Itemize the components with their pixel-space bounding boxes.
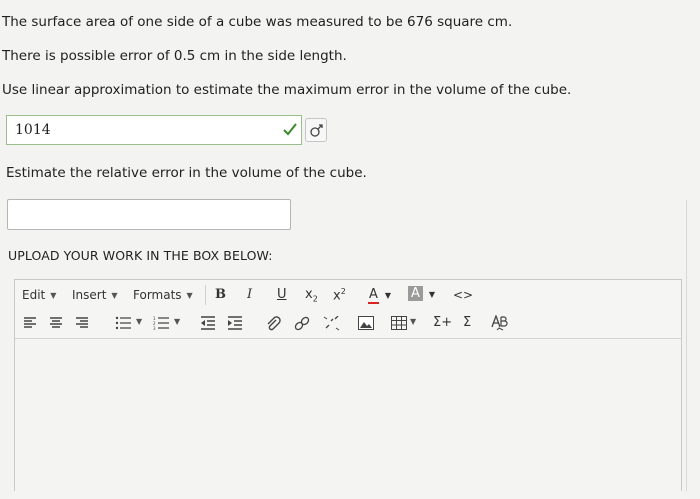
background-color-button[interactable]: A ▼	[408, 286, 435, 301]
link-icon[interactable]	[294, 316, 310, 331]
question-line-2: There is possible error of 0.5 cm in the…	[2, 48, 347, 64]
chevron-down-icon[interactable]: ▼	[174, 317, 180, 326]
answer-2-field[interactable]	[7, 199, 291, 230]
background-color-icon: A	[408, 286, 423, 301]
spellcheck-icon[interactable]	[491, 315, 509, 331]
bold-button[interactable]: B	[215, 287, 226, 302]
bullet-list-icon[interactable]	[115, 316, 133, 330]
italic-button[interactable]: I	[247, 287, 252, 302]
editor-toolbar-2: ▼ 123 ▼ ▼ Σ+ Σ	[15, 310, 681, 338]
indent-icon[interactable]	[227, 316, 243, 330]
align-left-icon[interactable]	[23, 316, 37, 330]
answer-1-field[interactable]: 1014	[6, 115, 302, 145]
chevron-down-icon: ▼	[50, 291, 57, 300]
outdent-icon[interactable]	[200, 316, 216, 330]
question-line-1: The surface area of one side of a cube w…	[2, 14, 513, 30]
chevron-down-icon: ▼	[186, 291, 193, 300]
attachment-icon[interactable]	[265, 316, 281, 331]
question-line-3: Use linear approximation to estimate the…	[2, 82, 572, 98]
chevron-down-icon: ▼	[384, 291, 392, 300]
text-color-icon: A	[368, 287, 379, 304]
superscript-button[interactable]: x2	[333, 287, 346, 303]
underline-button[interactable]: U	[277, 287, 287, 302]
editor-content-area[interactable]	[15, 338, 681, 499]
superscript-label: x	[333, 288, 341, 304]
svg-text:3: 3	[153, 326, 156, 330]
equation-keyboard-icon	[310, 124, 323, 137]
chevron-down-icon[interactable]: ▼	[136, 317, 142, 326]
chevron-down-icon: ▼	[428, 290, 436, 299]
menu-insert-label: Insert	[72, 288, 107, 302]
align-right-icon[interactable]	[75, 316, 89, 330]
source-code-button[interactable]: <>	[453, 288, 473, 302]
unlink-icon[interactable]	[323, 316, 341, 331]
divider	[205, 285, 206, 305]
rich-text-editor: Edit ▼ Insert ▼ Formats ▼ B I U x2 x2 A ▼ A ▼…	[14, 279, 682, 499]
menu-edit[interactable]: Edit ▼	[22, 288, 56, 302]
subscript-button[interactable]: x2	[305, 287, 318, 304]
upload-label: UPLOAD YOUR WORK IN THE BOX BELOW:	[8, 248, 273, 263]
numbered-list-icon[interactable]: 123	[153, 316, 171, 330]
question-line-4: Estimate the relative error in the volum…	[6, 165, 367, 181]
text-color-button[interactable]: A ▼	[368, 287, 392, 304]
image-icon[interactable]	[358, 316, 374, 330]
menu-formats-label: Formats	[133, 288, 182, 302]
sigma-plus-icon[interactable]: Σ+	[433, 315, 452, 330]
table-icon[interactable]	[391, 316, 407, 330]
menu-formats[interactable]: Formats ▼	[133, 288, 193, 302]
check-icon	[283, 123, 297, 136]
subscript-label: x	[305, 287, 313, 302]
menu-edit-label: Edit	[22, 288, 46, 302]
editor-menubar: Edit ▼ Insert ▼ Formats ▼ B I U x2 x2 A ▼ A ▼…	[15, 280, 681, 310]
answer-1-value: 1014	[15, 122, 51, 138]
align-center-icon[interactable]	[49, 316, 63, 330]
sigma-icon[interactable]: Σ	[463, 315, 471, 330]
menu-insert[interactable]: Insert ▼	[72, 288, 118, 302]
divider	[686, 200, 687, 491]
equation-keyboard-button[interactable]	[305, 118, 327, 142]
chevron-down-icon: ▼	[111, 291, 118, 300]
chevron-down-icon[interactable]: ▼	[410, 317, 416, 326]
